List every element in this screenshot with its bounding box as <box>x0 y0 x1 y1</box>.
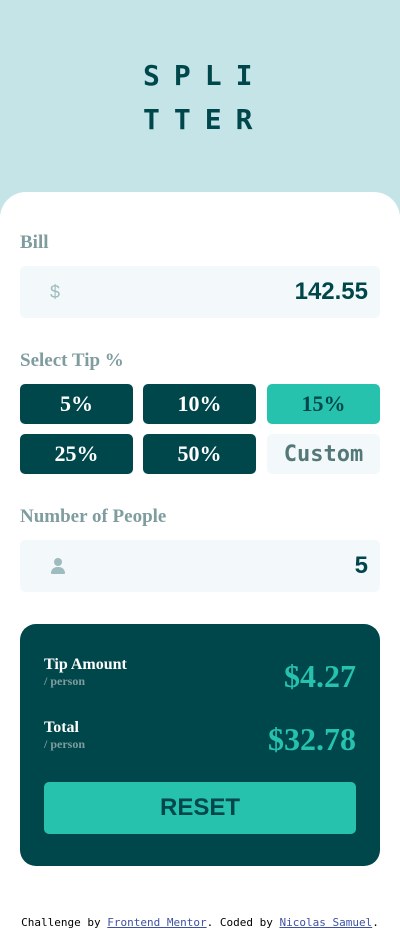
total-label: Total <box>44 719 79 736</box>
bill-input[interactable]: $ 142.55 <box>20 266 380 318</box>
people-input[interactable]: 5 <box>20 540 380 592</box>
total-value: $32.78 <box>268 721 356 757</box>
results-panel: Tip Amount / person $4.27 Total / person… <box>20 624 380 866</box>
tip-amount-label: Tip Amount <box>44 656 127 673</box>
total-per-person: / person <box>44 737 86 751</box>
people-value: 5 <box>354 552 368 579</box>
custom-tip-input[interactable]: Custom <box>267 434 380 474</box>
app-logo: SPLITTER <box>0 54 400 142</box>
attribution-prefix: Challenge by <box>21 916 108 929</box>
frontend-mentor-link[interactable]: Frontend Mentor <box>107 916 206 929</box>
person-icon <box>51 540 65 592</box>
attribution: Challenge by Frontend Mentor. Coded by N… <box>0 916 400 929</box>
tip-button-15[interactable]: 15% <box>267 384 380 424</box>
tip-amount-value: $4.27 <box>284 658 356 694</box>
reset-button[interactable]: RESET <box>44 782 356 834</box>
tip-button-10[interactable]: 10% <box>143 384 256 424</box>
tip-button-25[interactable]: 25% <box>20 434 133 474</box>
tip-button-5[interactable]: 5% <box>20 384 133 424</box>
author-link[interactable]: Nicolas Samuel <box>279 916 372 929</box>
logo-text: SPLITTER <box>143 59 267 136</box>
bill-label: Bill <box>20 232 49 253</box>
tip-button-50[interactable]: 50% <box>143 434 256 474</box>
people-label: Number of People <box>20 506 167 527</box>
attribution-suffix: . <box>372 916 379 929</box>
bill-value: 142.55 <box>294 278 368 305</box>
tip-amount-per-person: / person <box>44 674 86 688</box>
select-tip-label: Select Tip % <box>20 350 124 371</box>
attribution-middle: . Coded by <box>206 916 280 929</box>
dollar-icon: $ <box>50 281 61 302</box>
